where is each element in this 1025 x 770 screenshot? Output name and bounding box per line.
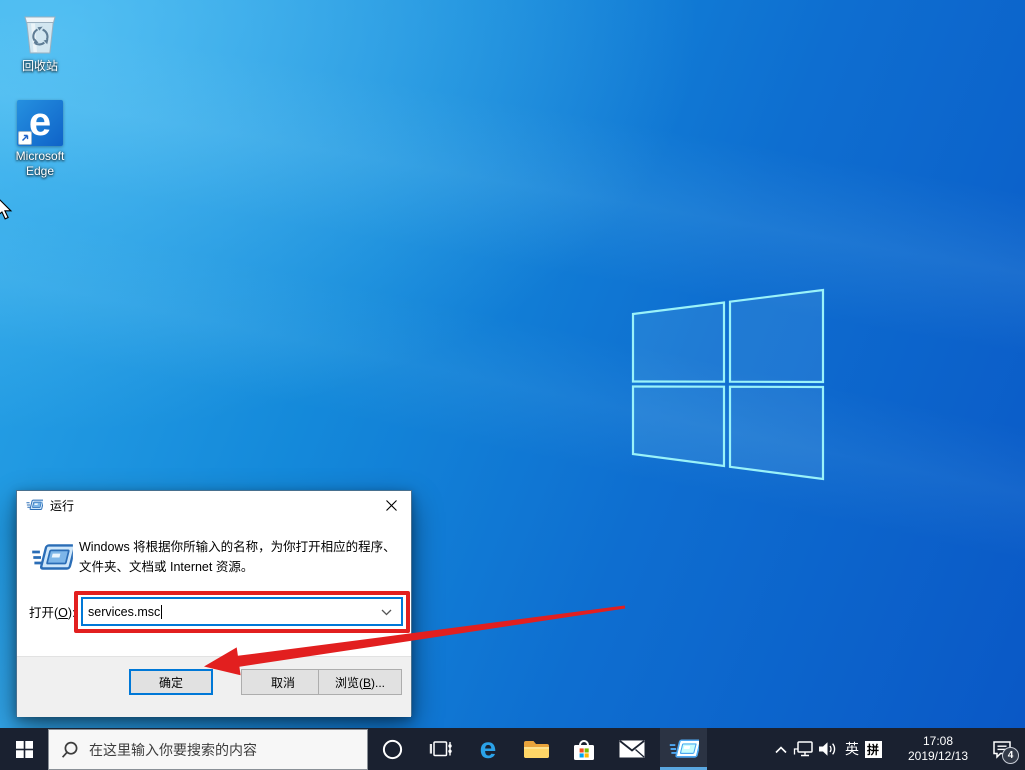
speaker-icon xyxy=(818,741,838,757)
edge-icon: e xyxy=(480,729,497,769)
desktop-icon-label: 回收站 xyxy=(6,59,74,74)
notification-count-badge: 4 xyxy=(1002,747,1019,764)
taskbar-store-button[interactable] xyxy=(562,728,606,770)
task-view-icon xyxy=(429,741,452,758)
network-icon xyxy=(793,741,815,758)
search-icon xyxy=(61,741,79,759)
light-beam xyxy=(0,2,1025,391)
run-open-combobox[interactable]: services.msc xyxy=(81,597,403,626)
close-button[interactable] xyxy=(371,491,411,519)
run-app-icon xyxy=(31,541,73,574)
windows-logo-wallpaper xyxy=(626,282,828,494)
windows-desktop-screen: 回收站 e Microsoft Edge xyxy=(0,0,1025,770)
chevron-down-icon[interactable] xyxy=(381,609,392,616)
run-app-icon xyxy=(669,737,699,761)
tray-volume-button[interactable] xyxy=(816,728,840,770)
close-icon xyxy=(386,500,397,511)
run-dialog-titlebar[interactable]: 运行 xyxy=(17,491,411,519)
taskbar-edge-button[interactable]: e xyxy=(466,728,510,770)
taskbar-file-explorer-button[interactable] xyxy=(514,728,558,770)
search-input[interactable] xyxy=(89,742,339,758)
tray-clock[interactable]: 17:08 2019/12/13 xyxy=(894,728,982,770)
tray-action-center-button[interactable]: 4 xyxy=(980,728,1025,770)
run-app-icon xyxy=(26,498,43,512)
taskbar-task-view-button[interactable] xyxy=(418,728,462,770)
dialog-title: 运行 xyxy=(50,497,74,514)
mail-icon xyxy=(619,740,645,758)
browse-button[interactable]: 浏览(B)... xyxy=(318,669,402,695)
taskbar-cortana-button[interactable] xyxy=(370,728,414,770)
edge-logo-icon: e xyxy=(17,100,63,146)
taskbar-run-app-button[interactable] xyxy=(660,728,707,770)
cortana-icon xyxy=(382,739,403,760)
desktop-icon-label: Microsoft Edge xyxy=(6,149,74,179)
text-caret xyxy=(161,605,162,619)
tray-show-hidden-icons[interactable] xyxy=(770,728,792,770)
start-button[interactable] xyxy=(0,728,48,770)
clock-time: 17:08 xyxy=(923,734,953,749)
desktop-icon-recycle-bin[interactable]: 回收站 xyxy=(6,8,74,74)
taskbar-search-box[interactable] xyxy=(48,729,368,770)
microsoft-store-icon xyxy=(572,738,596,761)
mouse-cursor xyxy=(0,196,14,220)
open-label: 打开(O): xyxy=(29,602,76,621)
tray-network-button[interactable] xyxy=(792,728,816,770)
taskbar-mail-button[interactable] xyxy=(610,728,654,770)
tray-ime-mode[interactable]: 拼 xyxy=(862,728,884,770)
shortcut-arrow-icon xyxy=(18,131,32,145)
file-explorer-icon xyxy=(523,739,550,760)
desktop-icon-microsoft-edge[interactable]: e Microsoft Edge xyxy=(6,100,74,179)
taskbar: e xyxy=(0,728,1025,770)
tray-ime-language[interactable]: 英 xyxy=(842,728,862,770)
run-command-text: services.msc xyxy=(88,605,160,619)
chevron-up-icon xyxy=(774,745,788,754)
clock-date: 2019/12/13 xyxy=(908,749,968,764)
run-dialog-description: Windows 将根据你所输入的名称，为你打开相应的程序、 文件夹、文档或 In… xyxy=(79,537,396,577)
windows-start-icon xyxy=(16,741,33,758)
run-dialog: 运行 Windows 将根据你所输入的名称，为你打开相应的程序、 文件夹、文档或… xyxy=(16,490,412,716)
ok-button[interactable]: 确定 xyxy=(129,669,213,695)
recycle-bin-icon xyxy=(6,8,74,56)
cancel-button[interactable]: 取消 xyxy=(241,669,325,695)
